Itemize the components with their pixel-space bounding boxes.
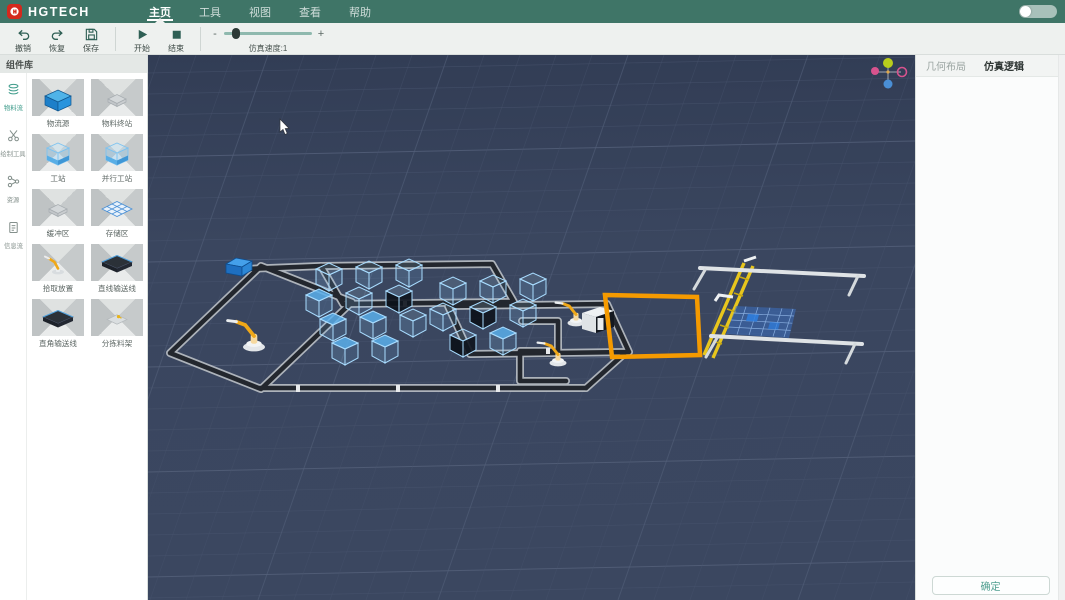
category-rail: 物料流绘制工具资源信息流: [0, 73, 27, 600]
active-menu-notch: [155, 18, 165, 23]
robot-thumbnail-icon: [32, 244, 84, 281]
redo-button[interactable]: 恢复: [40, 25, 74, 54]
topbar-toggle[interactable]: [1019, 5, 1057, 18]
component-palette: 物流源物料终站工站并行工站缓冲区存储区拾取放置直线输送线直角输送线分拣料架: [27, 73, 147, 600]
top-menu-bar: HGTECH 主页工具视图查看帮助: [0, 0, 1065, 23]
storage-grid-mat[interactable]: [726, 306, 796, 338]
sim-speed-caption: 仿真速度:1: [249, 43, 288, 54]
menu-item-4[interactable]: 帮助: [335, 0, 385, 23]
category-info-flow[interactable]: 信息流: [3, 221, 24, 251]
toolbar-separator: [200, 27, 201, 51]
panel-scrollbar[interactable]: [1058, 55, 1065, 600]
palette-item-4[interactable]: 缓冲区: [31, 189, 86, 239]
app-window: HGTECH 主页工具视图查看帮助 撤销恢复保存开始结束 - + 仿真速度:1 …: [0, 0, 1065, 600]
palette-item-9[interactable]: 分拣料架: [90, 299, 145, 349]
properties-tab-0[interactable]: 几何布局: [926, 58, 966, 73]
scene-canvas[interactable]: [148, 55, 915, 600]
speed-slider-track[interactable]: [224, 32, 312, 35]
viewport-3d[interactable]: [148, 55, 915, 600]
save-button[interactable]: 保存: [74, 25, 108, 54]
save-icon: [84, 25, 99, 42]
properties-tab-1[interactable]: 仿真逻辑: [984, 58, 1024, 73]
redo-icon: [50, 25, 65, 42]
material-flow-icon: [7, 83, 20, 101]
palette-item-8[interactable]: 直角输送线: [31, 299, 86, 349]
wire-cube-thumbnail-icon: [32, 134, 84, 171]
stop-button[interactable]: 结束: [159, 25, 193, 54]
conveyor-dark-thumbnail-icon: [91, 244, 143, 281]
menu-row: 主页工具视图查看帮助: [135, 0, 385, 23]
flat-gray-thumbnail-icon: [91, 79, 143, 116]
component-library-panel: 组件库 物料流绘制工具资源信息流 物流源物料终站工站并行工站缓冲区存储区拾取放置…: [0, 55, 148, 600]
resources-icon: [7, 175, 20, 193]
draw-tools-icon: [7, 129, 20, 147]
sim-speed-block: - + 仿真速度:1: [210, 24, 326, 54]
sorter-thumbnail-icon: [91, 299, 143, 336]
category-resources[interactable]: 资源: [6, 175, 20, 205]
palette-item-2[interactable]: 工站: [31, 134, 86, 184]
toolbar-separator: [115, 27, 116, 51]
speed-slider-knob[interactable]: [232, 28, 240, 39]
properties-body: [916, 77, 1065, 570]
speed-decrease-button[interactable]: -: [210, 28, 220, 40]
properties-panel: 几何布局 仿真逻辑 确定: [915, 55, 1065, 600]
palette-item-6[interactable]: 拾取放置: [31, 244, 86, 294]
start-icon: [135, 25, 150, 42]
category-draw-tools[interactable]: 绘制工具: [0, 129, 27, 159]
palette-item-5[interactable]: 存储区: [90, 189, 145, 239]
palette-item-7[interactable]: 直线输送线: [90, 244, 145, 294]
ribbon-group-0: 撤销恢复保存: [0, 23, 112, 54]
confirm-button[interactable]: 确定: [932, 576, 1050, 595]
menu-item-3[interactable]: 查看: [285, 0, 335, 23]
brand-name: HGTECH: [28, 5, 90, 19]
undo-icon: [16, 25, 31, 42]
start-button[interactable]: 开始: [125, 25, 159, 54]
conveyor-dark-thumbnail-icon: [32, 299, 84, 336]
speed-increase-button[interactable]: +: [316, 28, 326, 40]
palette-item-1[interactable]: 物料终站: [90, 79, 145, 129]
menu-item-2[interactable]: 视图: [235, 0, 285, 23]
flat-gray-thumbnail-icon: [32, 189, 84, 226]
brand-logo-icon: [7, 4, 22, 19]
category-material-flow[interactable]: 物料流: [3, 83, 24, 113]
grid-mat-thumbnail-icon: [91, 189, 143, 226]
component-library-title: 组件库: [0, 55, 147, 73]
properties-tabs: 几何布局 仿真逻辑: [916, 55, 1065, 77]
wire-cube-thumbnail-icon: [91, 134, 143, 171]
undo-button[interactable]: 撤销: [6, 25, 40, 54]
toggle-knob-icon: [1020, 6, 1031, 17]
ribbon-toolbar: 撤销恢复保存开始结束 - + 仿真速度:1: [0, 23, 1065, 55]
stop-icon: [169, 25, 184, 42]
blue-box-thumbnail-icon: [32, 79, 84, 116]
ground-plane: [148, 55, 915, 600]
menu-item-1[interactable]: 工具: [185, 0, 235, 23]
palette-item-3[interactable]: 并行工站: [90, 134, 145, 184]
ribbon-group-1: 开始结束: [119, 23, 197, 54]
info-flow-icon: [7, 221, 20, 239]
palette-item-0[interactable]: 物流源: [31, 79, 86, 129]
